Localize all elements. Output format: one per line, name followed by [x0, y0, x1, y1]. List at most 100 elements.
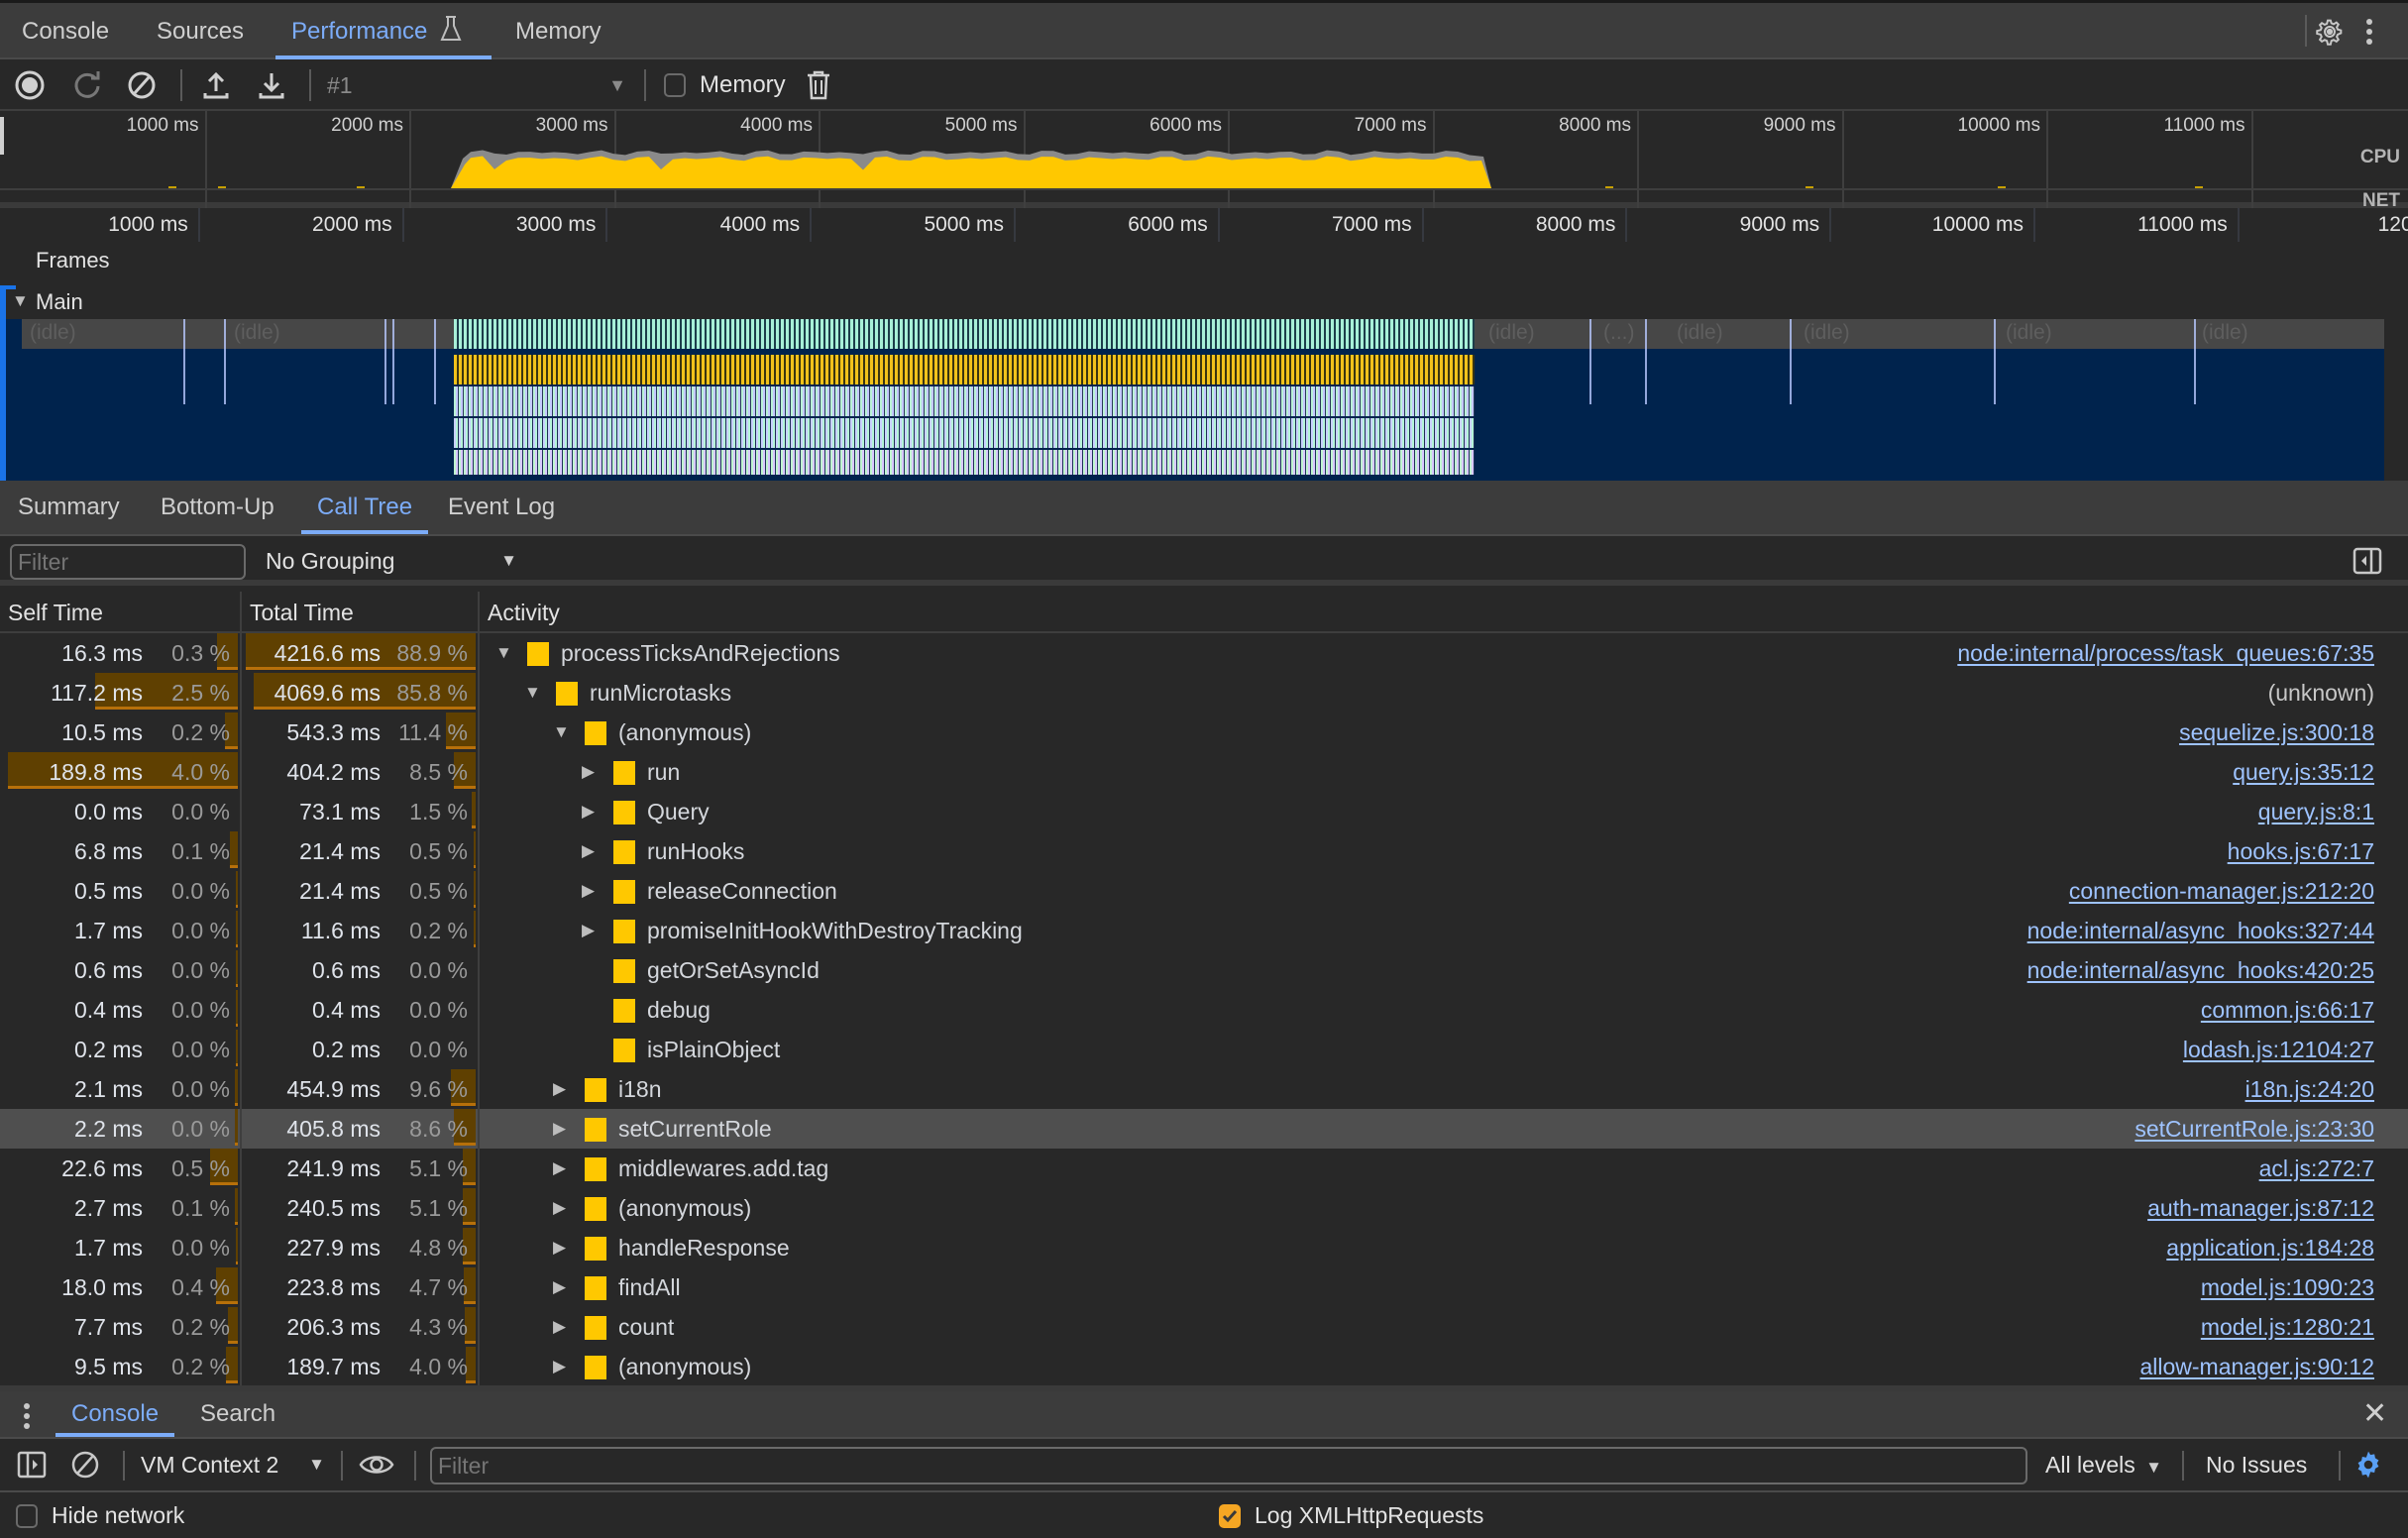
source-link[interactable]: node:internal/process/task_queues:67:35 — [1957, 633, 2374, 673]
console-filter-input[interactable] — [430, 1447, 2027, 1484]
more-options-button[interactable] — [2364, 15, 2386, 49]
table-row[interactable]: 7.7 ms 0.2 % 206.3 ms 4.3 % ▶ count model.js:1… — [0, 1307, 2408, 1347]
source-link[interactable]: allow-manager.js:90:12 — [2139, 1347, 2374, 1386]
column-divider[interactable] — [240, 592, 242, 633]
idle-event-label[interactable]: (idle) — [1804, 321, 1850, 345]
hide-network-checkbox[interactable] — [16, 1504, 38, 1528]
table-row[interactable]: 2.1 ms 0.0 % 454.9 ms 9.6 % ▶ i18n i18n.js:24:… — [0, 1069, 2408, 1109]
tab-memory[interactable]: Memory — [499, 3, 617, 59]
tab-call-tree[interactable]: Call Tree — [301, 481, 429, 534]
load-profile-button[interactable] — [198, 67, 234, 103]
expand-triangle-closed-icon[interactable]: ▶ — [582, 752, 595, 792]
source-link[interactable]: connection-manager.js:212:20 — [2069, 871, 2374, 911]
tab-bottom-up[interactable]: Bottom-Up — [145, 481, 290, 534]
flame-chart-row[interactable] — [454, 450, 1475, 475]
expand-triangle-closed-icon[interactable]: ▶ — [553, 1069, 566, 1109]
settings-button[interactable] — [2305, 15, 2349, 49]
short-task-marker[interactable] — [384, 319, 386, 404]
main-track-label[interactable]: Main — [36, 289, 83, 315]
short-task-marker[interactable] — [1790, 319, 1792, 404]
expand-triangle-closed-icon[interactable]: ▶ — [582, 831, 595, 871]
short-task-marker[interactable] — [392, 319, 394, 404]
idle-event-label[interactable]: (idle) — [30, 321, 76, 345]
source-link[interactable]: query.js:8:1 — [2258, 792, 2374, 831]
idle-event-label[interactable]: (idle) — [2202, 321, 2248, 345]
expand-triangle-closed-icon[interactable]: ▶ — [553, 1267, 566, 1307]
expand-triangle-closed-icon[interactable]: ▶ — [553, 1188, 566, 1228]
toggle-sidebar-button[interactable] — [2353, 546, 2382, 576]
flame-chart-row[interactable] — [454, 319, 1475, 349]
source-link[interactable]: application.js:184:28 — [2166, 1228, 2374, 1267]
expand-triangle-closed-icon[interactable]: ▶ — [553, 1228, 566, 1267]
table-row[interactable]: 22.6 ms 0.5 % 241.9 ms 5.1 % ▶ middlewares.ad… — [0, 1149, 2408, 1188]
reload-profile-button[interactable] — [69, 67, 105, 103]
table-row[interactable]: 1.7 ms 0.0 % 11.6 ms 0.2 % ▶ promiseInitHookW… — [0, 911, 2408, 950]
context-select[interactable]: VM Context 2 ▼ — [141, 1447, 325, 1483]
column-divider[interactable] — [478, 592, 480, 633]
clear-button[interactable] — [124, 67, 160, 103]
idle-event-label[interactable]: (idle) — [2006, 321, 2052, 345]
flame-chart-row[interactable] — [454, 355, 1475, 384]
short-task-marker[interactable] — [434, 319, 436, 404]
table-row[interactable]: 6.8 ms 0.1 % 21.4 ms 0.5 % ▶ runHooks hooks.js… — [0, 831, 2408, 871]
table-row[interactable]: 0.2 ms 0.0 % 0.2 ms 0.0 % isPlainObject lodas… — [0, 1030, 2408, 1069]
source-link[interactable]: model.js:1280:21 — [2201, 1307, 2374, 1347]
close-drawer-button[interactable]: ✕ — [2362, 1397, 2392, 1431]
expand-triangle-closed-icon[interactable]: ▶ — [553, 1307, 566, 1347]
idle-event-label[interactable]: (...) — [1603, 321, 1635, 345]
source-link[interactable]: sequelize.js:300:18 — [2179, 713, 2374, 752]
source-link[interactable]: lodash.js:12104:27 — [2183, 1030, 2374, 1069]
show-sidebar-button[interactable] — [14, 1447, 50, 1483]
collect-garbage-button[interactable] — [801, 67, 836, 103]
table-row[interactable]: 0.4 ms 0.0 % 0.4 ms 0.0 % debug common.js:66:… — [0, 990, 2408, 1030]
source-link[interactable]: hooks.js:67:17 — [2228, 831, 2374, 871]
table-row[interactable]: 2.2 ms 0.0 % 405.8 ms 8.6 % ▶ setCurrentRole s… — [0, 1109, 2408, 1149]
table-row[interactable]: 1.7 ms 0.0 % 227.9 ms 4.8 % ▶ handleResponse a… — [0, 1228, 2408, 1267]
clear-console-button[interactable] — [67, 1447, 103, 1483]
idle-event-label[interactable]: (idle) — [234, 321, 280, 345]
tab-event-log[interactable]: Event Log — [432, 481, 571, 534]
drawer-menu-button[interactable] — [22, 1399, 36, 1433]
flame-chart-row[interactable] — [454, 418, 1475, 448]
overview-window-handle-left[interactable] — [0, 117, 4, 155]
column-header-total-time[interactable]: Total Time — [242, 592, 354, 633]
expand-triangle-open-icon[interactable]: ▼ — [495, 633, 512, 673]
expand-triangle-closed-icon[interactable]: ▶ — [582, 911, 595, 950]
source-link[interactable]: auth-manager.js:87:12 — [2147, 1188, 2374, 1228]
grouping-select[interactable]: No Grouping ▼ — [260, 542, 523, 580]
tab-console[interactable]: Console — [6, 3, 125, 59]
table-row[interactable]: 0.5 ms 0.0 % 21.4 ms 0.5 % ▶ releaseConnectio… — [0, 871, 2408, 911]
collapse-triangle-icon[interactable]: ▼ — [12, 291, 29, 311]
table-row[interactable]: 0.0 ms 0.0 % 73.1 ms 1.5 % ▶ Query query.js:8:… — [0, 792, 2408, 831]
table-row[interactable]: 9.5 ms 0.2 % 189.7 ms 4.0 % ▶ (anonymous) allo… — [0, 1347, 2408, 1386]
expand-triangle-closed-icon[interactable]: ▶ — [582, 792, 595, 831]
record-button[interactable] — [12, 67, 48, 103]
short-task-marker[interactable] — [183, 319, 185, 404]
drawer-tab-search[interactable]: Search — [184, 1391, 291, 1437]
table-row[interactable]: 2.7 ms 0.1 % 240.5 ms 5.1 % ▶ (anonymous) auth… — [0, 1188, 2408, 1228]
source-link[interactable]: model.js:1090:23 — [2201, 1267, 2374, 1307]
tab-sources[interactable]: Sources — [141, 3, 260, 59]
table-row[interactable]: 117.2 ms 2.5 % 4069.6 ms 85.8 % ▼ runMicrotas… — [0, 673, 2408, 713]
idle-event-label[interactable]: (idle) — [1488, 321, 1535, 345]
save-profile-button[interactable] — [254, 67, 289, 103]
expand-triangle-open-icon[interactable]: ▼ — [524, 673, 541, 713]
expand-triangle-closed-icon[interactable]: ▶ — [553, 1347, 566, 1386]
recording-select[interactable]: #1 ▼ — [327, 67, 626, 103]
expand-triangle-closed-icon[interactable]: ▶ — [553, 1149, 566, 1188]
expand-triangle-open-icon[interactable]: ▼ — [553, 713, 570, 752]
memory-checkbox[interactable] — [664, 73, 686, 97]
source-link[interactable]: i18n.js:24:20 — [2245, 1069, 2374, 1109]
source-link[interactable]: acl.js:272:7 — [2259, 1149, 2374, 1188]
short-task-marker[interactable] — [1589, 319, 1591, 404]
source-link[interactable]: query.js:35:12 — [2233, 752, 2374, 792]
expand-triangle-closed-icon[interactable]: ▶ — [553, 1109, 566, 1149]
column-header-self-time[interactable]: Self Time — [0, 592, 103, 633]
short-task-marker[interactable] — [1994, 319, 1996, 404]
tab-performance[interactable]: Performance — [275, 3, 492, 59]
log-levels-select[interactable]: All levels ▼ — [2045, 1447, 2162, 1483]
log-xhr-checkbox[interactable] — [1219, 1504, 1241, 1528]
expand-triangle-closed-icon[interactable]: ▶ — [582, 871, 595, 911]
source-link[interactable]: setCurrentRole.js:23:30 — [2134, 1109, 2374, 1149]
source-link[interactable]: node:internal/async_hooks:327:44 — [2027, 911, 2374, 950]
